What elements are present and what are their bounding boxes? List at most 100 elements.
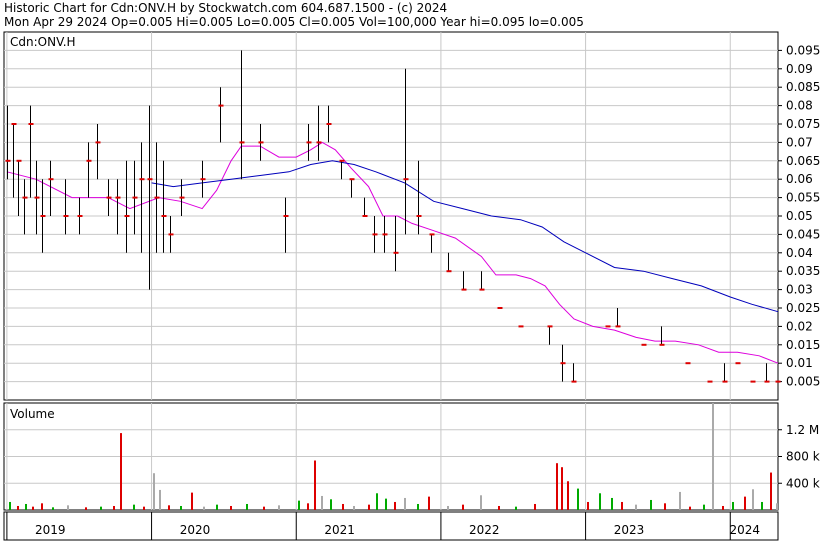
volume-bar <box>404 497 406 510</box>
volume-tick-label: 800 k <box>786 450 820 464</box>
price-tick-label: 0.025 <box>786 301 820 315</box>
volume-bar <box>428 496 430 510</box>
close-tick <box>218 104 224 107</box>
close-tick <box>349 178 355 181</box>
volume-bar <box>744 496 746 510</box>
close-tick <box>40 215 46 217</box>
volume-bar <box>732 501 734 510</box>
close-tick <box>479 288 485 291</box>
close-tick <box>707 380 713 383</box>
close-tick <box>641 343 647 346</box>
close-tick <box>362 215 368 217</box>
close-tick <box>95 141 101 144</box>
volume-bar <box>722 505 724 510</box>
volume-bar <box>263 506 265 510</box>
close-tick <box>764 380 770 383</box>
close-tick <box>685 362 691 365</box>
volume-bar <box>353 505 355 510</box>
close-tick <box>34 196 40 199</box>
volume-bar <box>133 504 135 510</box>
volume-bar <box>298 500 300 510</box>
price-tick-label: 0.035 <box>786 264 820 278</box>
volume-bar <box>85 507 87 510</box>
volume-bar <box>278 505 280 510</box>
volume-bar <box>113 505 115 510</box>
price-tick-label: 0.09 <box>786 62 813 76</box>
close-tick <box>168 233 174 236</box>
price-tick-label: 0.03 <box>786 283 813 297</box>
close-tick <box>132 196 138 199</box>
volume-bar <box>770 472 772 510</box>
close-tick <box>735 362 741 365</box>
volume-bar <box>314 460 316 510</box>
price-panel-title: Cdn:ONV.H <box>10 35 76 49</box>
volume-bar <box>191 492 193 510</box>
volume-bar <box>611 497 613 510</box>
close-tick <box>11 123 17 125</box>
volume-panel-title: Volume <box>10 407 55 421</box>
close-tick <box>326 123 332 125</box>
volume-bar <box>153 473 155 510</box>
close-tick <box>16 159 22 162</box>
volume-bar <box>368 504 370 510</box>
close-tick <box>154 196 160 199</box>
volume-bar <box>230 505 232 510</box>
volume-bar <box>556 463 558 510</box>
close-tick <box>86 159 92 162</box>
year-label: 2024 <box>729 523 760 537</box>
volume-bar <box>417 503 419 510</box>
volume-bar <box>32 506 34 510</box>
close-tick <box>605 325 611 328</box>
close-tick <box>659 343 665 346</box>
close-tick <box>382 233 388 236</box>
price-tick-label: 0.06 <box>786 172 813 186</box>
close-tick <box>615 325 621 328</box>
volume-bar <box>515 506 517 510</box>
year-label: 2019 <box>35 523 66 537</box>
volume-bar <box>216 504 218 510</box>
close-tick <box>446 270 452 273</box>
volume-bar <box>752 489 754 510</box>
volume-bar <box>330 499 332 510</box>
volume-bar <box>761 501 763 510</box>
volume-bar <box>712 403 714 510</box>
volume-bar <box>143 506 145 510</box>
close-tick <box>147 178 153 181</box>
close-tick <box>750 380 756 383</box>
volume-bar <box>480 495 482 510</box>
volume-bar <box>394 501 396 510</box>
volume-bar <box>776 503 778 510</box>
close-tick <box>239 141 245 144</box>
volume-tick-label: 1.2 M <box>786 423 819 437</box>
volume-bar <box>447 505 449 510</box>
year-label: 2022 <box>469 523 500 537</box>
price-tick-label: 0.055 <box>786 191 820 205</box>
volume-bar <box>534 503 536 510</box>
close-tick <box>571 380 577 383</box>
volume-bar <box>599 493 601 510</box>
volume-bar <box>650 499 652 510</box>
close-tick <box>372 233 378 236</box>
volume-bar <box>246 503 248 510</box>
price-tick-label: 0.08 <box>786 99 813 113</box>
volume-bar <box>664 503 666 510</box>
close-tick <box>722 380 728 383</box>
volume-tick-label: 400 k <box>786 476 820 490</box>
volume-bar <box>321 495 323 510</box>
volume-bar <box>168 505 170 510</box>
close-tick <box>775 380 781 383</box>
volume-bar <box>679 491 681 510</box>
close-tick <box>339 159 345 162</box>
price-tick-label: 0.085 <box>786 80 820 94</box>
volume-bar <box>100 506 102 510</box>
volume-bar <box>621 501 623 510</box>
price-tick-label: 0.07 <box>786 135 813 149</box>
volume-bar <box>498 505 500 510</box>
close-tick <box>22 196 28 199</box>
price-tick-label: 0.01 <box>786 356 813 370</box>
date-axis-frame <box>3 511 779 541</box>
close-tick <box>161 215 167 217</box>
price-tick-label: 0.02 <box>786 319 813 333</box>
volume-bar <box>567 481 569 510</box>
price-tick-label: 0.075 <box>786 117 820 131</box>
